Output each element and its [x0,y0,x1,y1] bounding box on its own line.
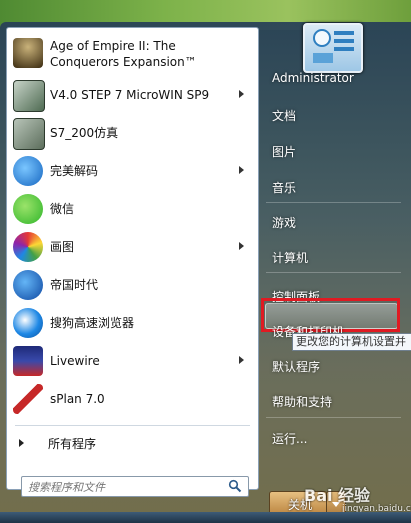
program-label: Age of Empire II: The Conquerors Expansi… [50,39,197,69]
right-item-label: 计算机 [272,251,309,265]
right-item-games[interactable]: 游戏 [266,210,401,234]
livewire-icon [13,346,43,376]
microwin-icon [13,80,45,112]
program-label: 搜狗高速浏览器 [50,316,135,330]
program-label: V4.0 STEP 7 MicroWIN SP9 [50,88,210,102]
right-item-label: 默认程序 [272,360,321,374]
program-item-paint[interactable]: 画图 [7,228,258,266]
aoe-globe-icon [13,270,43,300]
right-item-documents[interactable]: 文档 [266,103,401,127]
all-programs-label: 所有程序 [48,437,97,451]
right-item-label: 音乐 [272,181,297,195]
program-label: Livewire [50,354,100,368]
right-item-label: 图片 [272,145,297,159]
search-input[interactable] [26,478,225,496]
all-programs-button[interactable]: 所有程序 [7,431,258,455]
program-item-splan[interactable]: sPlan 7.0 [7,380,258,418]
program-item-livewire[interactable]: Livewire [7,342,258,380]
program-label: 画图 [50,240,75,254]
program-label: 微信 [50,202,75,216]
right-item-run[interactable]: 运行... [266,426,401,450]
submenu-arrow-icon [239,242,244,250]
sogou-icon [13,308,43,338]
s7-simulator-icon [13,118,45,150]
program-label: 帝国时代 [50,278,99,292]
program-label: sPlan 7.0 [50,392,105,406]
right-item-label: 帮助和支持 [272,395,333,409]
program-item-microwin[interactable]: V4.0 STEP 7 MicroWIN SP9 [7,76,258,114]
right-item-label: 文档 [272,109,297,123]
divider [266,272,401,273]
right-item-music[interactable]: 音乐 [266,175,401,199]
potplayer-icon [13,156,43,186]
program-item-wechat[interactable]: 微信 [7,190,258,228]
submenu-arrow-icon [239,166,244,174]
search-icon[interactable] [228,479,242,493]
divider [266,202,401,203]
splan-icon [13,384,43,414]
submenu-arrow-icon [239,90,244,98]
right-item-label: 游戏 [272,216,297,230]
divider [266,417,401,418]
start-menu: Age of Empire II: The Conquerors Expansi… [0,22,411,517]
paint-icon [13,232,43,262]
wechat-icon [13,194,43,224]
watermark-logo-text: Bai 经验 [304,486,371,505]
taskbar [0,512,411,523]
program-label: 完美解码 [50,164,99,178]
right-item-help-support[interactable]: 帮助和支持 [266,389,401,413]
right-item-default-programs[interactable]: 默认程序 [266,354,401,378]
program-label: S7_200仿真 [50,126,119,140]
search-box[interactable] [21,476,249,497]
tooltip: 更改您的计算机设置并 [292,333,411,351]
right-item-label: 运行... [272,432,308,446]
user-avatar[interactable] [303,23,363,73]
submenu-arrow-icon [239,356,244,364]
program-item-potplayer[interactable]: 完美解码 [7,152,258,190]
programs-pane: Age of Empire II: The Conquerors Expansi… [6,27,259,497]
program-item-age-of-empires[interactable]: 帝国时代 [7,266,258,304]
right-item-computer[interactable]: 计算机 [266,245,401,269]
right-item-administrator[interactable]: Administrator [266,67,401,91]
right-item-pictures[interactable]: 图片 [266,139,401,163]
aoe-icon [13,38,43,68]
program-item-sogou-browser[interactable]: 搜狗高速浏览器 [7,304,258,342]
baidu-watermark: Bai 经验 jingyan.baidu.com [294,480,411,514]
program-item-aoe-conquerors[interactable]: Age of Empire II: The Conquerors Expansi… [7,32,258,76]
chevron-right-icon [19,439,24,447]
right-item-label: Administrator [272,71,354,85]
divider [15,425,250,426]
program-item-s7-simulator[interactable]: S7_200仿真 [7,114,258,152]
control-panel-picture-icon [313,29,354,63]
